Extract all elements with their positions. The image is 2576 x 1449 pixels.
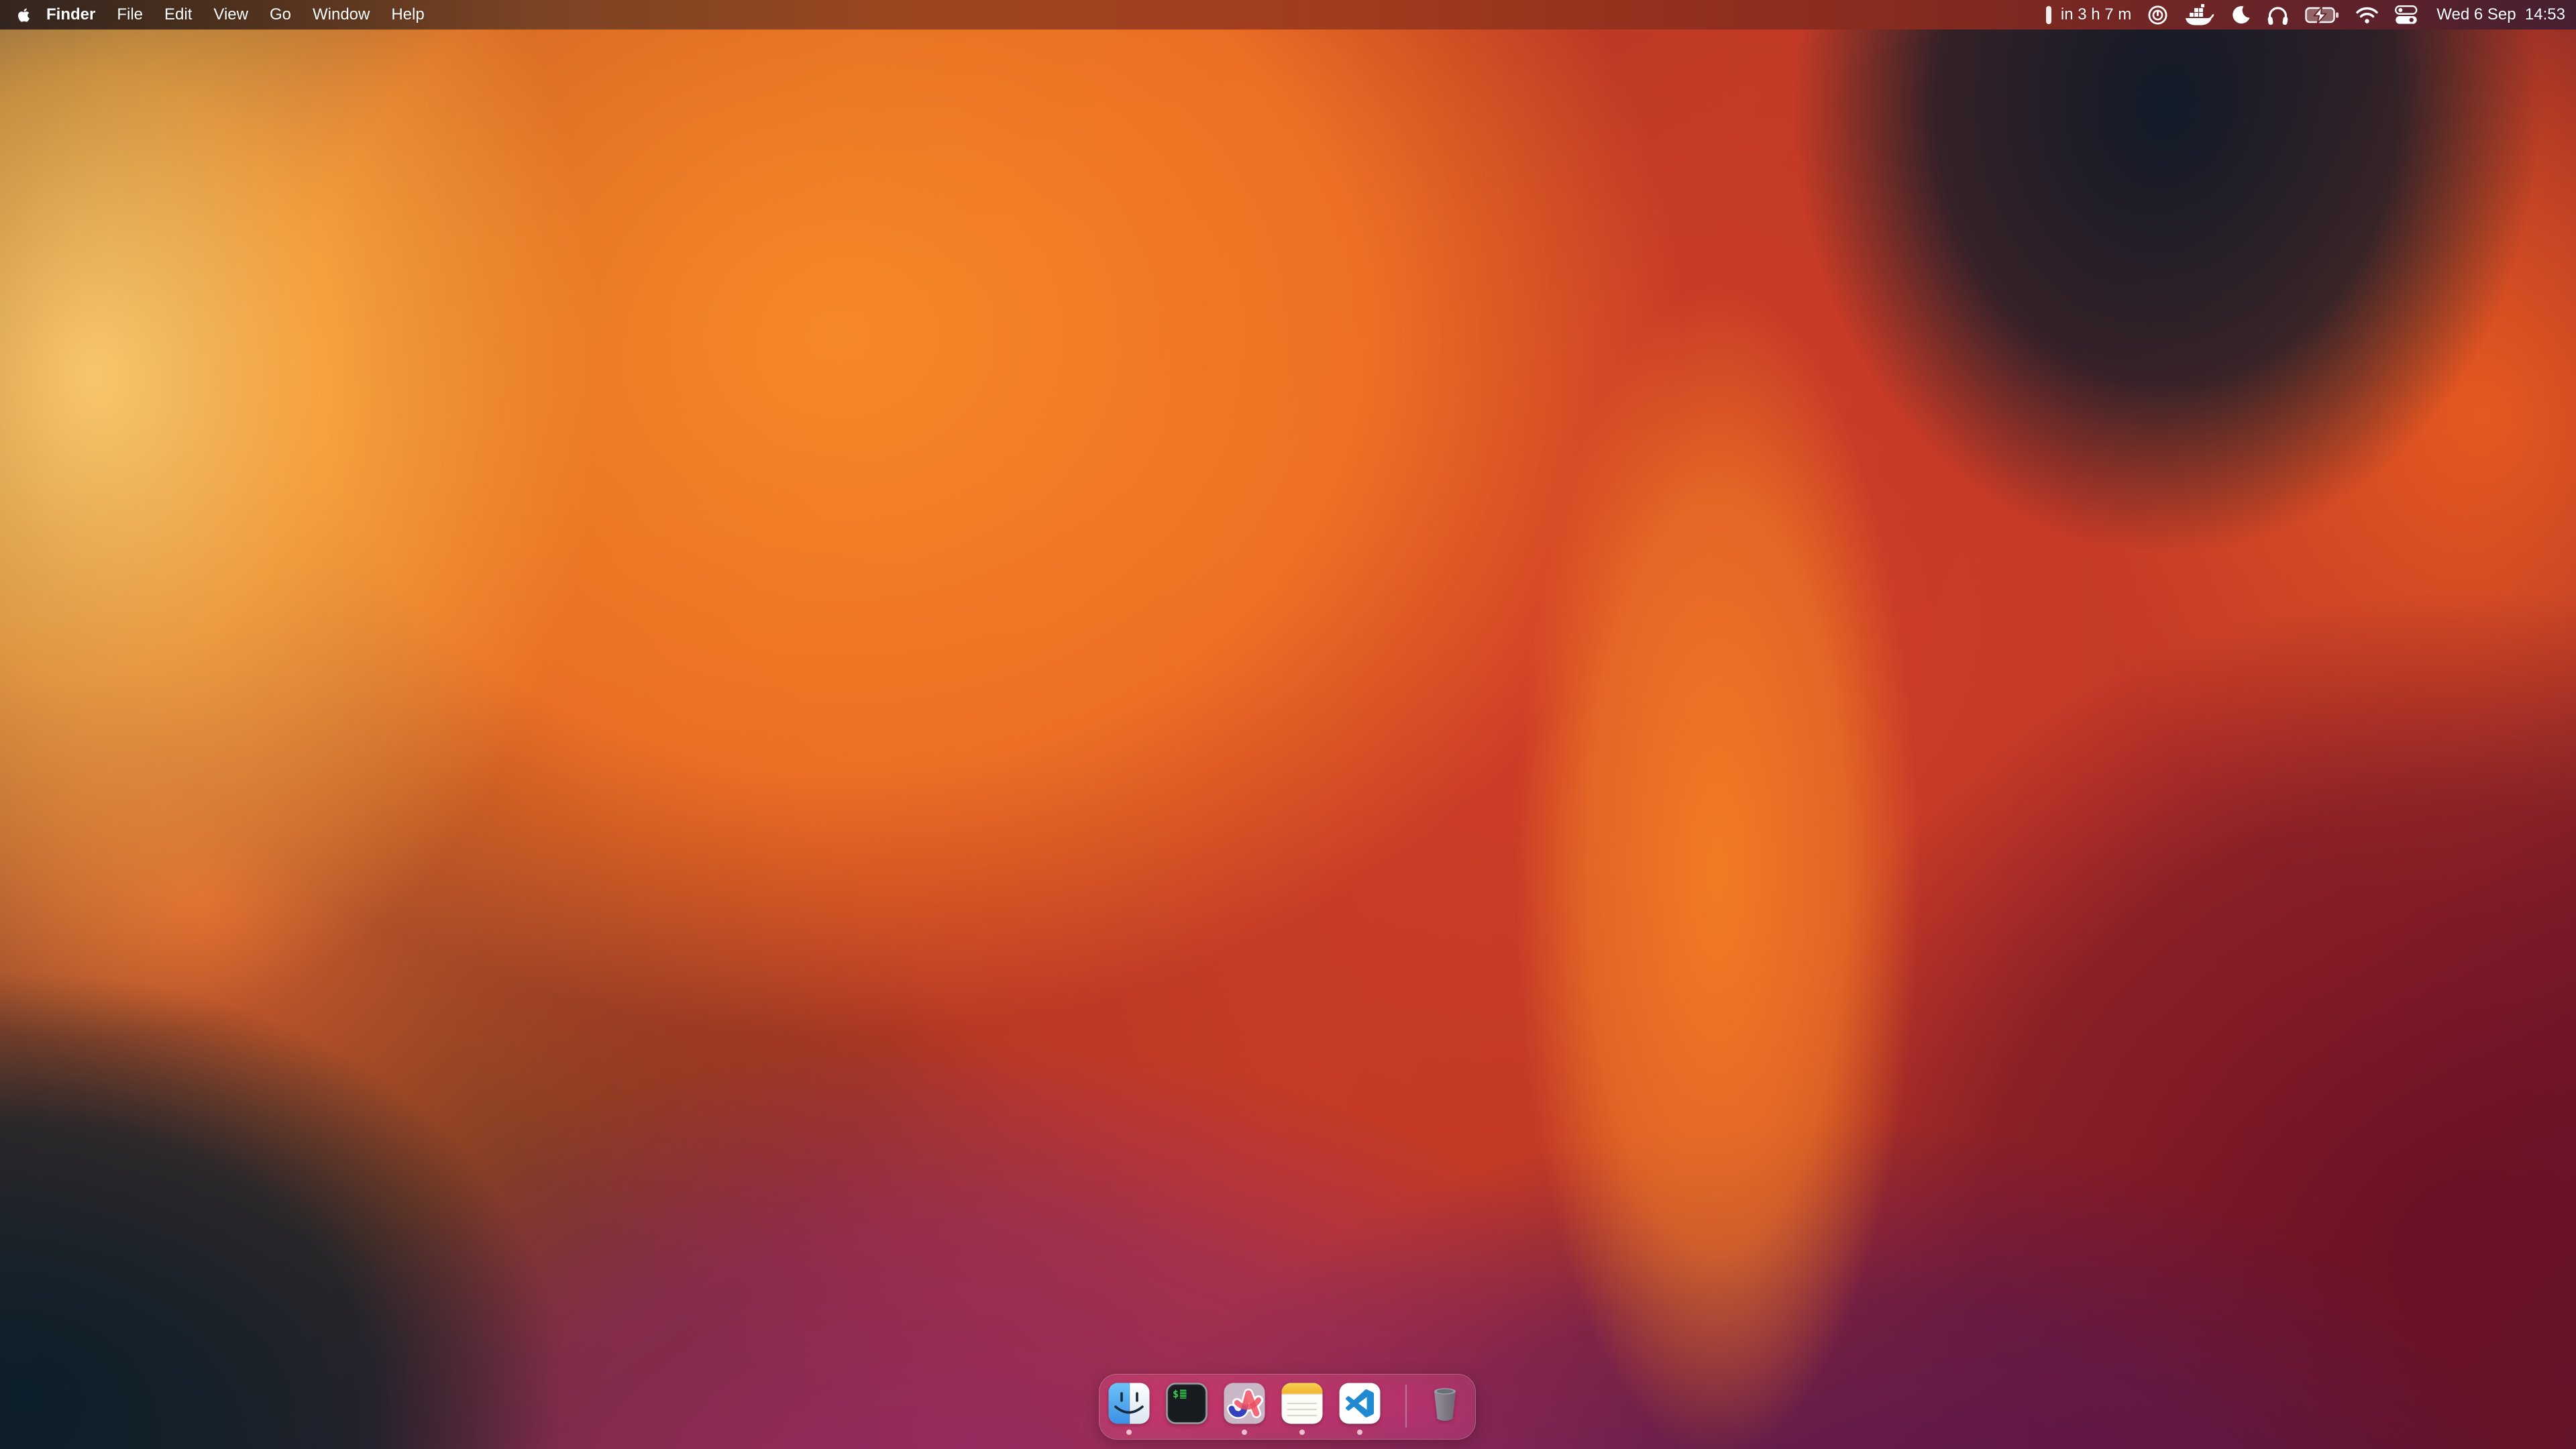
terminal-prompt: $: [1173, 1388, 1179, 1400]
dock-item-trash[interactable]: [1424, 1383, 1466, 1424]
apple-menu[interactable]: [0, 0, 42, 30]
onepassword-icon[interactable]: [2147, 5, 2168, 25]
dock-item-terminal[interactable]: $: [1166, 1383, 1208, 1424]
onepassword-keyhole-icon: [2147, 5, 2168, 25]
vscode-icon: [1339, 1383, 1381, 1424]
running-indicator: [1357, 1430, 1362, 1435]
moon-icon: [2231, 5, 2251, 25]
timer-bar-icon[interactable]: [2039, 6, 2051, 24]
arc-browser-icon: [1224, 1383, 1265, 1424]
dock-item-notes[interactable]: [1281, 1383, 1323, 1424]
menu-window[interactable]: Window: [302, 0, 380, 30]
trash-icon: [1424, 1383, 1466, 1424]
battery-icon: [2305, 6, 2339, 24]
menu-help[interactable]: Help: [380, 0, 435, 30]
docker-icon[interactable]: [2184, 4, 2215, 26]
dock-item-vscode[interactable]: [1339, 1383, 1381, 1424]
menu-app-name[interactable]: Finder: [42, 0, 106, 30]
control-center-toggles-icon: [2395, 5, 2418, 25]
finder-icon: [1108, 1383, 1150, 1424]
menu-bar-status: in 3 h 7 m: [2023, 0, 2576, 30]
running-indicator: [1299, 1430, 1305, 1435]
focus-moon-icon[interactable]: [2231, 5, 2251, 25]
battery-charging-icon[interactable]: [2305, 6, 2339, 24]
docker-whale-icon: [2184, 4, 2215, 26]
dock: $: [1099, 1374, 1476, 1440]
menu-bar-clock[interactable]: Wed 6 Sep 14:53: [2436, 5, 2565, 24]
wallpaper: [0, 0, 2576, 1449]
wifi-glyph-icon: [2355, 6, 2379, 24]
running-indicator: [1242, 1430, 1247, 1435]
menu-go[interactable]: Go: [259, 0, 302, 30]
dock-item-finder[interactable]: [1108, 1383, 1150, 1424]
dock-divider-handle[interactable]: [1405, 1385, 1407, 1428]
headphones-icon[interactable]: [2267, 5, 2289, 25]
menu-edit[interactable]: Edit: [154, 0, 203, 30]
menu-bar-left: Finder File Edit View Go Window Help: [0, 0, 435, 30]
menu-view[interactable]: View: [203, 0, 259, 30]
notes-icon: [1281, 1383, 1323, 1424]
control-center-icon[interactable]: [2395, 5, 2418, 25]
running-indicator: [1126, 1430, 1132, 1435]
menu-bar: Finder File Edit View Go Window Help in …: [0, 0, 2576, 30]
timer-status-text[interactable]: in 3 h 7 m: [2061, 5, 2131, 24]
terminal-icon: $: [1166, 1383, 1208, 1424]
dock-item-arc[interactable]: [1224, 1383, 1265, 1424]
wifi-icon[interactable]: [2355, 6, 2379, 24]
apple-icon: [17, 7, 30, 23]
timer-capsule: [2046, 6, 2051, 24]
menu-file[interactable]: File: [106, 0, 154, 30]
headphones-glyph-icon: [2267, 5, 2289, 25]
desktop: Finder File Edit View Go Window Help in …: [0, 0, 2576, 1449]
